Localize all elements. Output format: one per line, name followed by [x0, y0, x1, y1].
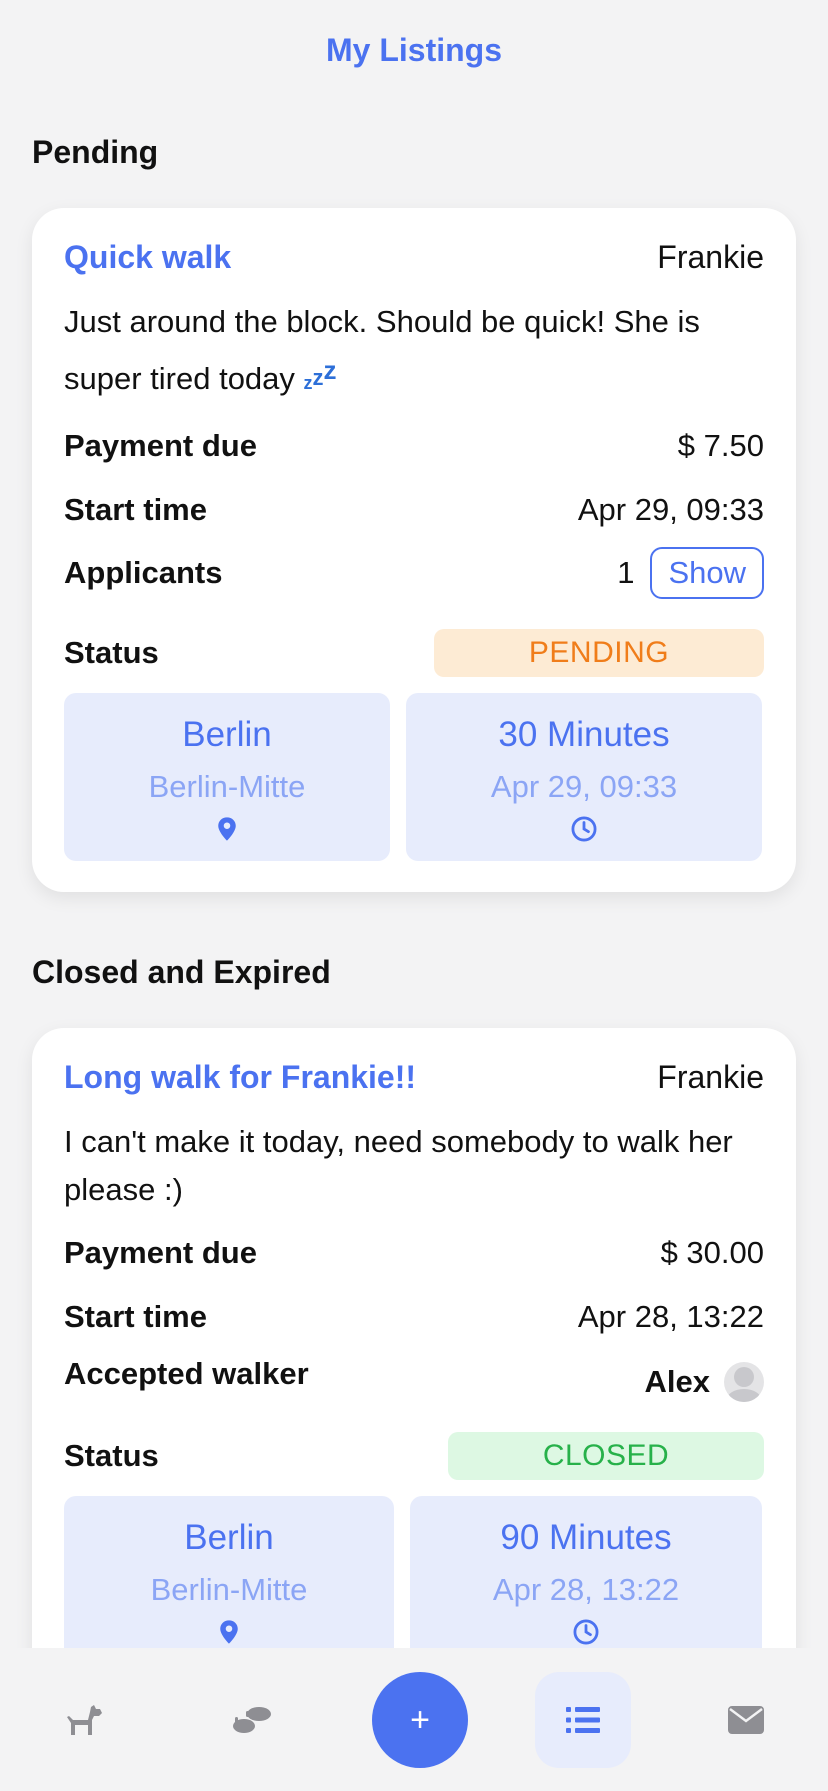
duration-date: Apr 29, 09:33 [490, 769, 678, 804]
payment-label: Payment due [64, 428, 257, 463]
listing-title[interactable]: Quick walk [64, 239, 231, 276]
mail-icon [728, 1706, 764, 1734]
clock-icon [571, 816, 597, 842]
duration-date: Apr 28, 13:22 [492, 1572, 680, 1607]
tab-my-listings[interactable] [535, 1672, 631, 1768]
duration-tile: 90 Minutes Apr 28, 13:22 [410, 1496, 762, 1648]
dog-name: Frankie [657, 238, 764, 275]
list-icon [566, 1707, 600, 1733]
location-tile: Berlin Berlin-Mitte [64, 693, 390, 861]
footprints-icon [233, 1707, 271, 1733]
section-title-pending: Pending [32, 134, 159, 170]
listing-card[interactable]: Long walk for Frankie!! Frankie I can't … [32, 1028, 796, 1648]
dog-icon [67, 1705, 102, 1735]
listing-description: I can't make it today, need somebody to … [64, 1124, 733, 1207]
status-badge: PENDING [434, 629, 764, 677]
duration-value: 90 Minutes [500, 1518, 672, 1557]
add-icon: + [410, 1700, 430, 1739]
status-badge: CLOSED [448, 1432, 764, 1480]
location-district: Berlin-Mitte [148, 769, 306, 804]
walker-avatar[interactable] [724, 1362, 764, 1402]
location-district: Berlin-Mitte [150, 1572, 308, 1607]
show-applicants-button[interactable]: Show [650, 547, 764, 599]
start-time-label: Start time [64, 492, 207, 527]
tab-messages[interactable] [698, 1672, 794, 1768]
dog-name: Frankie [657, 1058, 764, 1095]
listings-scroll-area[interactable]: Pending Quick walk Frankie Just around t… [0, 100, 828, 1648]
status-label: Status [64, 635, 159, 670]
tab-walks[interactable] [204, 1672, 300, 1768]
walker-name[interactable]: Alex [645, 1364, 710, 1400]
duration-tile: 30 Minutes Apr 29, 09:33 [406, 693, 762, 861]
status-label: Status [64, 1438, 159, 1473]
payment-value: $ 30.00 [660, 1235, 764, 1270]
applicants-label: Applicants [64, 555, 223, 590]
sleep-icon: zzz [303, 355, 337, 393]
page-title: My Listings [325, 31, 502, 68]
map-pin-icon [218, 817, 236, 841]
app-header: My Listings [0, 0, 828, 100]
add-listing-button[interactable]: + [372, 1672, 468, 1768]
tab-dogs[interactable] [36, 1672, 132, 1768]
start-time-value: Apr 28, 13:22 [577, 1299, 764, 1334]
section-title-closed: Closed and Expired [32, 954, 331, 990]
listing-card[interactable]: Quick walk Frankie Just around the block… [32, 208, 796, 892]
payment-value: $ 7.50 [677, 428, 764, 463]
location-tile: Berlin Berlin-Mitte [64, 1496, 394, 1648]
location-city: Berlin [184, 1518, 274, 1557]
accepted-walker-label: Accepted walker [64, 1356, 309, 1391]
map-pin-icon [220, 1620, 238, 1644]
duration-value: 30 Minutes [498, 715, 670, 754]
start-time-label: Start time [64, 1299, 207, 1334]
listing-description: Just around the block. Should be quick! … [64, 298, 764, 407]
start-time-value: Apr 29, 09:33 [577, 492, 764, 527]
listing-title[interactable]: Long walk for Frankie!! [64, 1059, 416, 1096]
location-city: Berlin [182, 715, 272, 754]
bottom-tab-bar: + [0, 1648, 828, 1791]
listing-description-text: Just around the block. Should be quick! … [64, 304, 700, 396]
applicants-count: 1 [617, 555, 635, 590]
clock-icon [573, 1619, 599, 1645]
payment-label: Payment due [64, 1235, 257, 1270]
